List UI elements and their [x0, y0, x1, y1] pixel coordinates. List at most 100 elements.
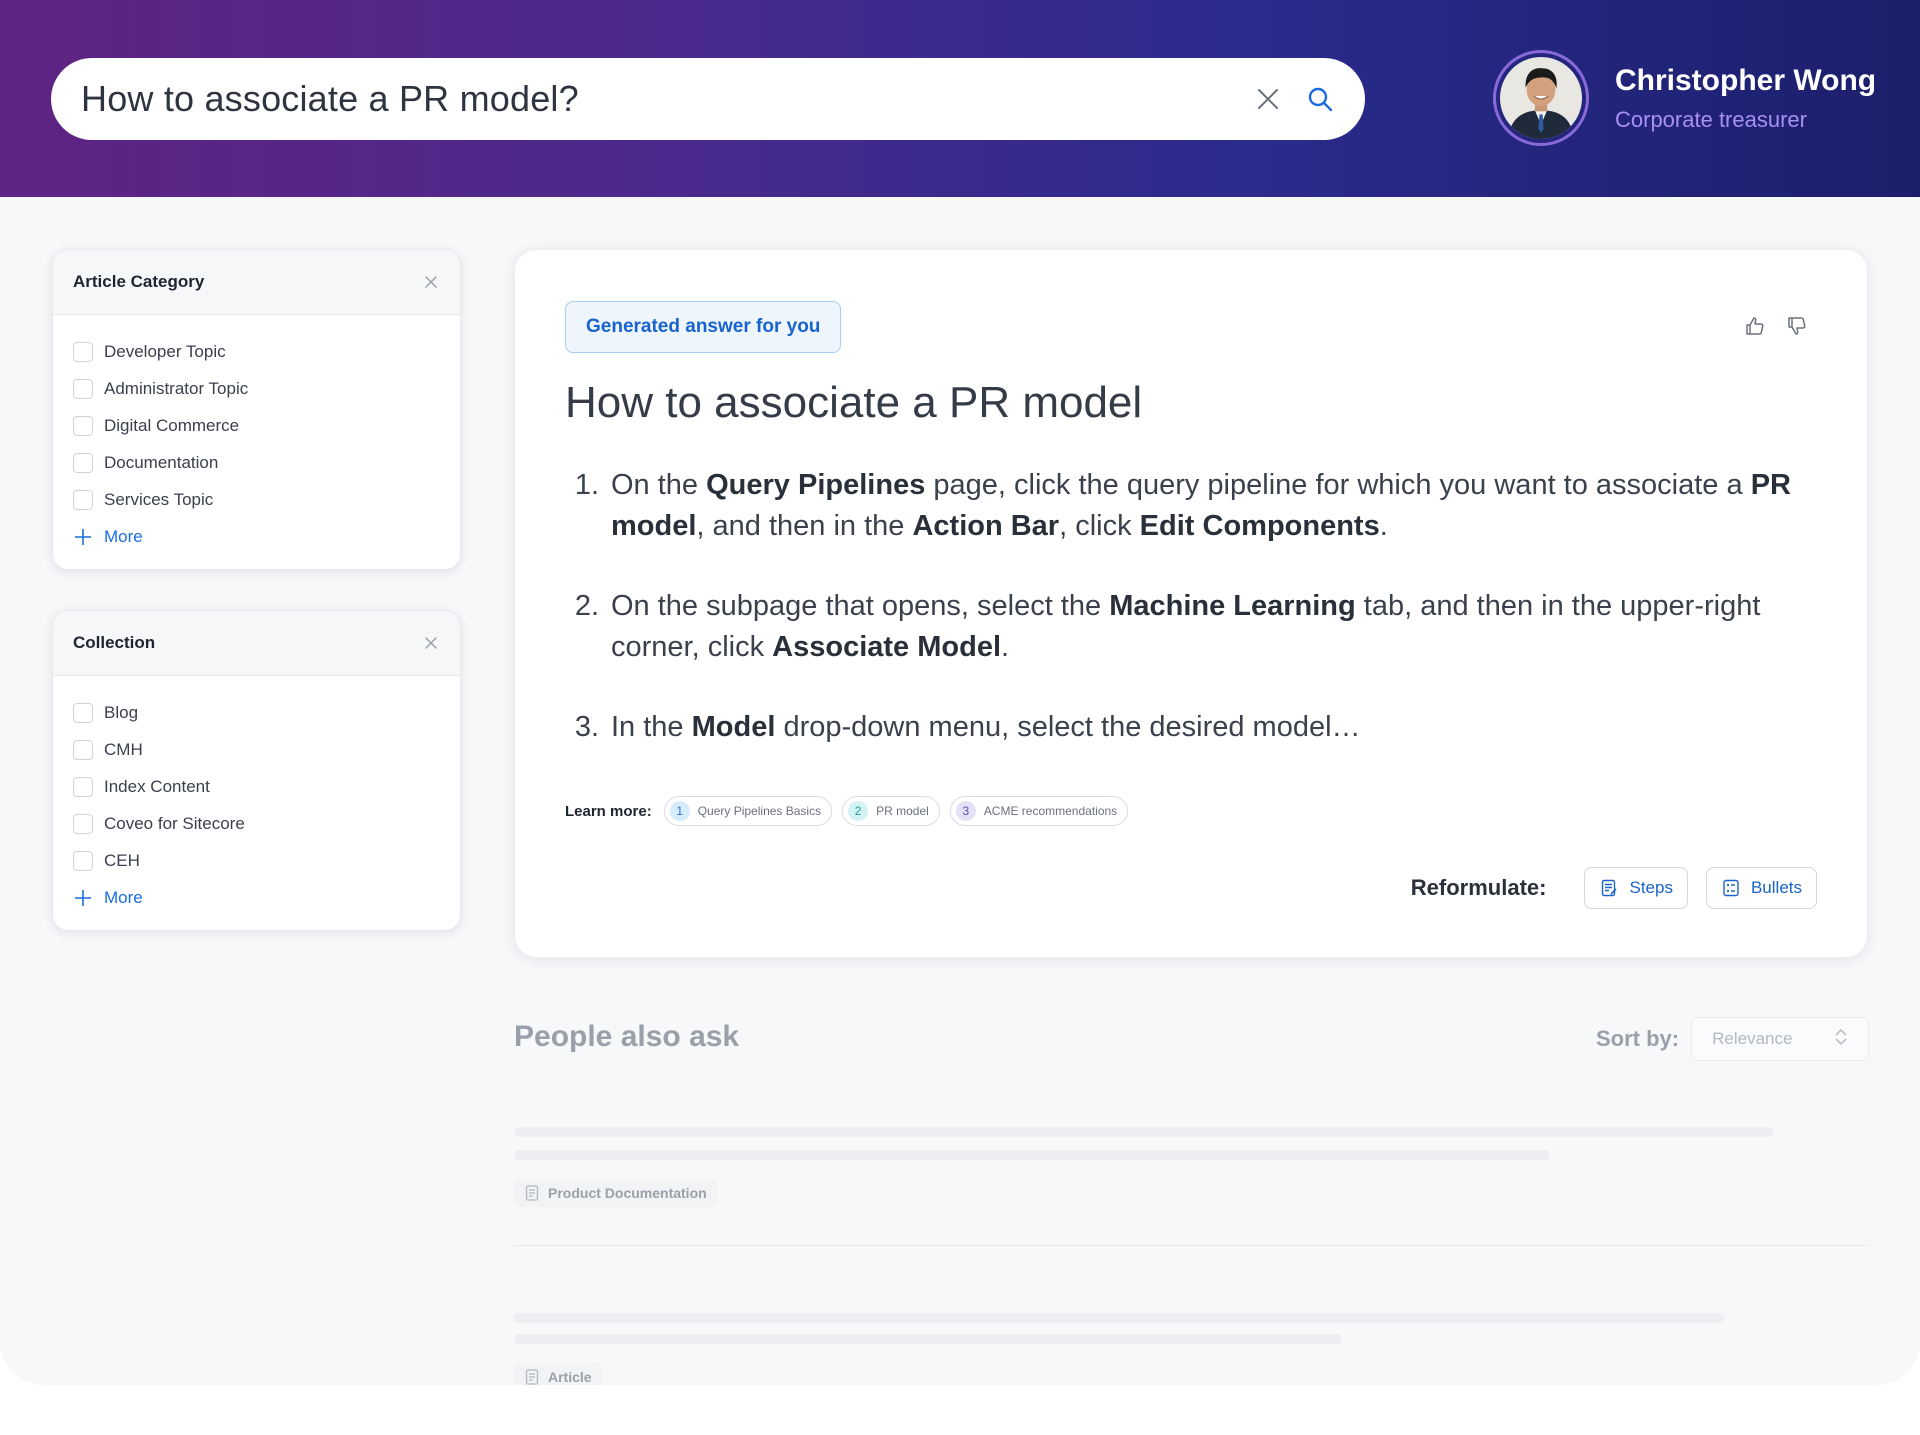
answer-step: 2. On the subpage that opens, select the … — [565, 586, 1815, 668]
facet-value-label: Blog — [104, 702, 139, 722]
citation-chip[interactable]: 3 ACME recommendations — [949, 796, 1129, 826]
clear-icon[interactable] — [1253, 84, 1283, 114]
checkbox[interactable] — [73, 850, 93, 871]
result-source-tag[interactable]: Article — [514, 1363, 602, 1385]
facet-value-label: Documentation — [104, 452, 219, 472]
step-segment: , click — [1059, 510, 1140, 542]
facet-value-label: CEH — [104, 850, 140, 870]
step-number: 2. — [574, 590, 599, 622]
facet-value[interactable]: CMH — [73, 731, 440, 768]
show-more-button[interactable]: More — [73, 879, 440, 916]
facet-value[interactable]: CEH — [73, 842, 440, 879]
step-emphasis: Associate Model — [772, 631, 1002, 663]
step-text: In the Model drop-down menu, select the … — [611, 707, 1361, 748]
checkbox[interactable] — [73, 378, 93, 399]
citation-chip[interactable]: 1 Query Pipelines Basics — [663, 796, 833, 826]
close-icon[interactable] — [422, 273, 440, 291]
show-more-label: More — [104, 887, 143, 907]
facet-value-label: Developer Topic — [104, 341, 226, 361]
user-name: Christopher Wong — [1615, 64, 1877, 97]
citation-label: Query Pipelines Basics — [697, 804, 822, 818]
checkbox[interactable] — [73, 702, 93, 723]
plus-icon — [73, 527, 93, 547]
facet-collection: Collection Blog CMH Index Content Coveo … — [52, 610, 461, 931]
citation-chip[interactable]: 2 PR model — [842, 796, 940, 826]
chevron-up-down-icon — [1834, 1028, 1848, 1051]
learn-more-label: Learn more: — [565, 802, 652, 820]
learn-more-citations: Learn more: 1 Query Pipelines Basics 2 P… — [565, 796, 1138, 826]
answer-title: How to associate a PR model — [565, 378, 1143, 427]
step-emphasis: Model — [691, 711, 776, 743]
facet-header: Article Category — [53, 250, 460, 315]
checkbox[interactable] — [73, 489, 93, 510]
result-excerpt-placeholder — [514, 1334, 1342, 1344]
facet-values: Developer Topic Administrator Topic Digi… — [53, 315, 460, 569]
search-box[interactable]: How to associate a PR model? — [51, 58, 1365, 140]
facet-values: Blog CMH Index Content Coveo for Sitecor… — [53, 676, 460, 930]
facet-value[interactable]: Blog — [73, 694, 440, 731]
facet-value[interactable]: Administrator Topic — [73, 370, 440, 407]
result-source-tag[interactable]: Product Documentation — [514, 1179, 717, 1207]
step-segment: drop-down menu, select the desired model… — [775, 711, 1361, 743]
step-number: 3. — [574, 711, 599, 743]
thumbs-up-icon[interactable] — [1743, 314, 1767, 338]
facet-value[interactable]: Coveo for Sitecore — [73, 805, 440, 842]
step-emphasis: Query Pipelines — [706, 469, 926, 501]
citation-label: ACME recommendations — [983, 804, 1118, 818]
reformulate-label: Reformulate: — [1410, 875, 1547, 900]
facet-header: Collection — [53, 611, 460, 676]
step-segment: . — [1001, 631, 1010, 663]
feedback-buttons — [1743, 314, 1809, 338]
facet-value[interactable]: Index Content — [73, 768, 440, 805]
plus-icon — [73, 888, 93, 908]
generated-answer-card: Generated answer for you How to associat… — [514, 249, 1868, 958]
result-source-label: Product Documentation — [548, 1185, 707, 1201]
sort-dropdown[interactable]: Relevance — [1691, 1017, 1870, 1061]
step-segment: page, click the query pipeline for which… — [925, 469, 1751, 501]
step-emphasis: Machine Learning — [1109, 590, 1356, 622]
bullets-icon — [1721, 878, 1741, 898]
facet-value-label: Digital Commerce — [104, 415, 240, 435]
document-icon — [524, 1369, 540, 1385]
search-page: How to associate a PR model? Christopher… — [0, 0, 1920, 1385]
checkbox[interactable] — [73, 415, 93, 436]
step-segment: On the — [611, 469, 707, 501]
facet-value[interactable]: Digital Commerce — [73, 407, 440, 444]
generated-answer-badge: Generated answer for you — [565, 301, 842, 353]
reformulate-bullets-button[interactable]: Bullets — [1705, 867, 1817, 909]
facet-value[interactable]: Documentation — [73, 444, 440, 481]
result-title-placeholder — [514, 1127, 1774, 1137]
step-text: On the Query Pipelines page, click the q… — [611, 465, 1815, 547]
checkbox[interactable] — [73, 739, 93, 760]
show-more-label: More — [104, 526, 143, 546]
avatar[interactable] — [1493, 50, 1589, 146]
step-segment: . — [1379, 510, 1388, 542]
reformulate-steps-button[interactable]: Steps — [1584, 867, 1688, 909]
search-icon[interactable] — [1305, 84, 1335, 114]
user-profile[interactable]: Christopher Wong Corporate treasurer — [1493, 50, 1876, 146]
answer-steps: 1. On the Query Pipelines page, click the… — [565, 465, 1815, 787]
header-bar: How to associate a PR model? Christopher… — [0, 0, 1920, 197]
reformulate-bar: Reformulate: Steps Bullets — [1411, 867, 1817, 909]
search-input[interactable]: How to associate a PR model? — [81, 78, 1253, 120]
checkbox[interactable] — [73, 341, 93, 362]
result-source-label: Article — [548, 1369, 592, 1385]
facet-article-category: Article Category Developer Topic Adminis… — [52, 249, 461, 570]
facet-value-label: Services Topic — [104, 489, 214, 509]
step-emphasis: Edit Components — [1139, 510, 1380, 542]
checkbox[interactable] — [73, 776, 93, 797]
facet-value[interactable]: Developer Topic — [73, 333, 440, 370]
result-title-placeholder — [514, 1313, 1724, 1323]
facet-value[interactable]: Services Topic — [73, 481, 440, 518]
checkbox[interactable] — [73, 452, 93, 473]
checkbox[interactable] — [73, 813, 93, 834]
document-icon — [524, 1185, 540, 1201]
step-segment: On the subpage that opens, select the — [611, 590, 1110, 622]
facet-value-label: Administrator Topic — [104, 378, 249, 398]
result-excerpt-placeholder — [514, 1150, 1550, 1160]
close-icon[interactable] — [422, 634, 440, 652]
answer-step: 3. In the Model drop-down menu, select th… — [565, 707, 1815, 748]
show-more-button[interactable]: More — [73, 518, 440, 555]
facet-title: Article Category — [73, 272, 205, 291]
thumbs-down-icon[interactable] — [1785, 314, 1809, 338]
